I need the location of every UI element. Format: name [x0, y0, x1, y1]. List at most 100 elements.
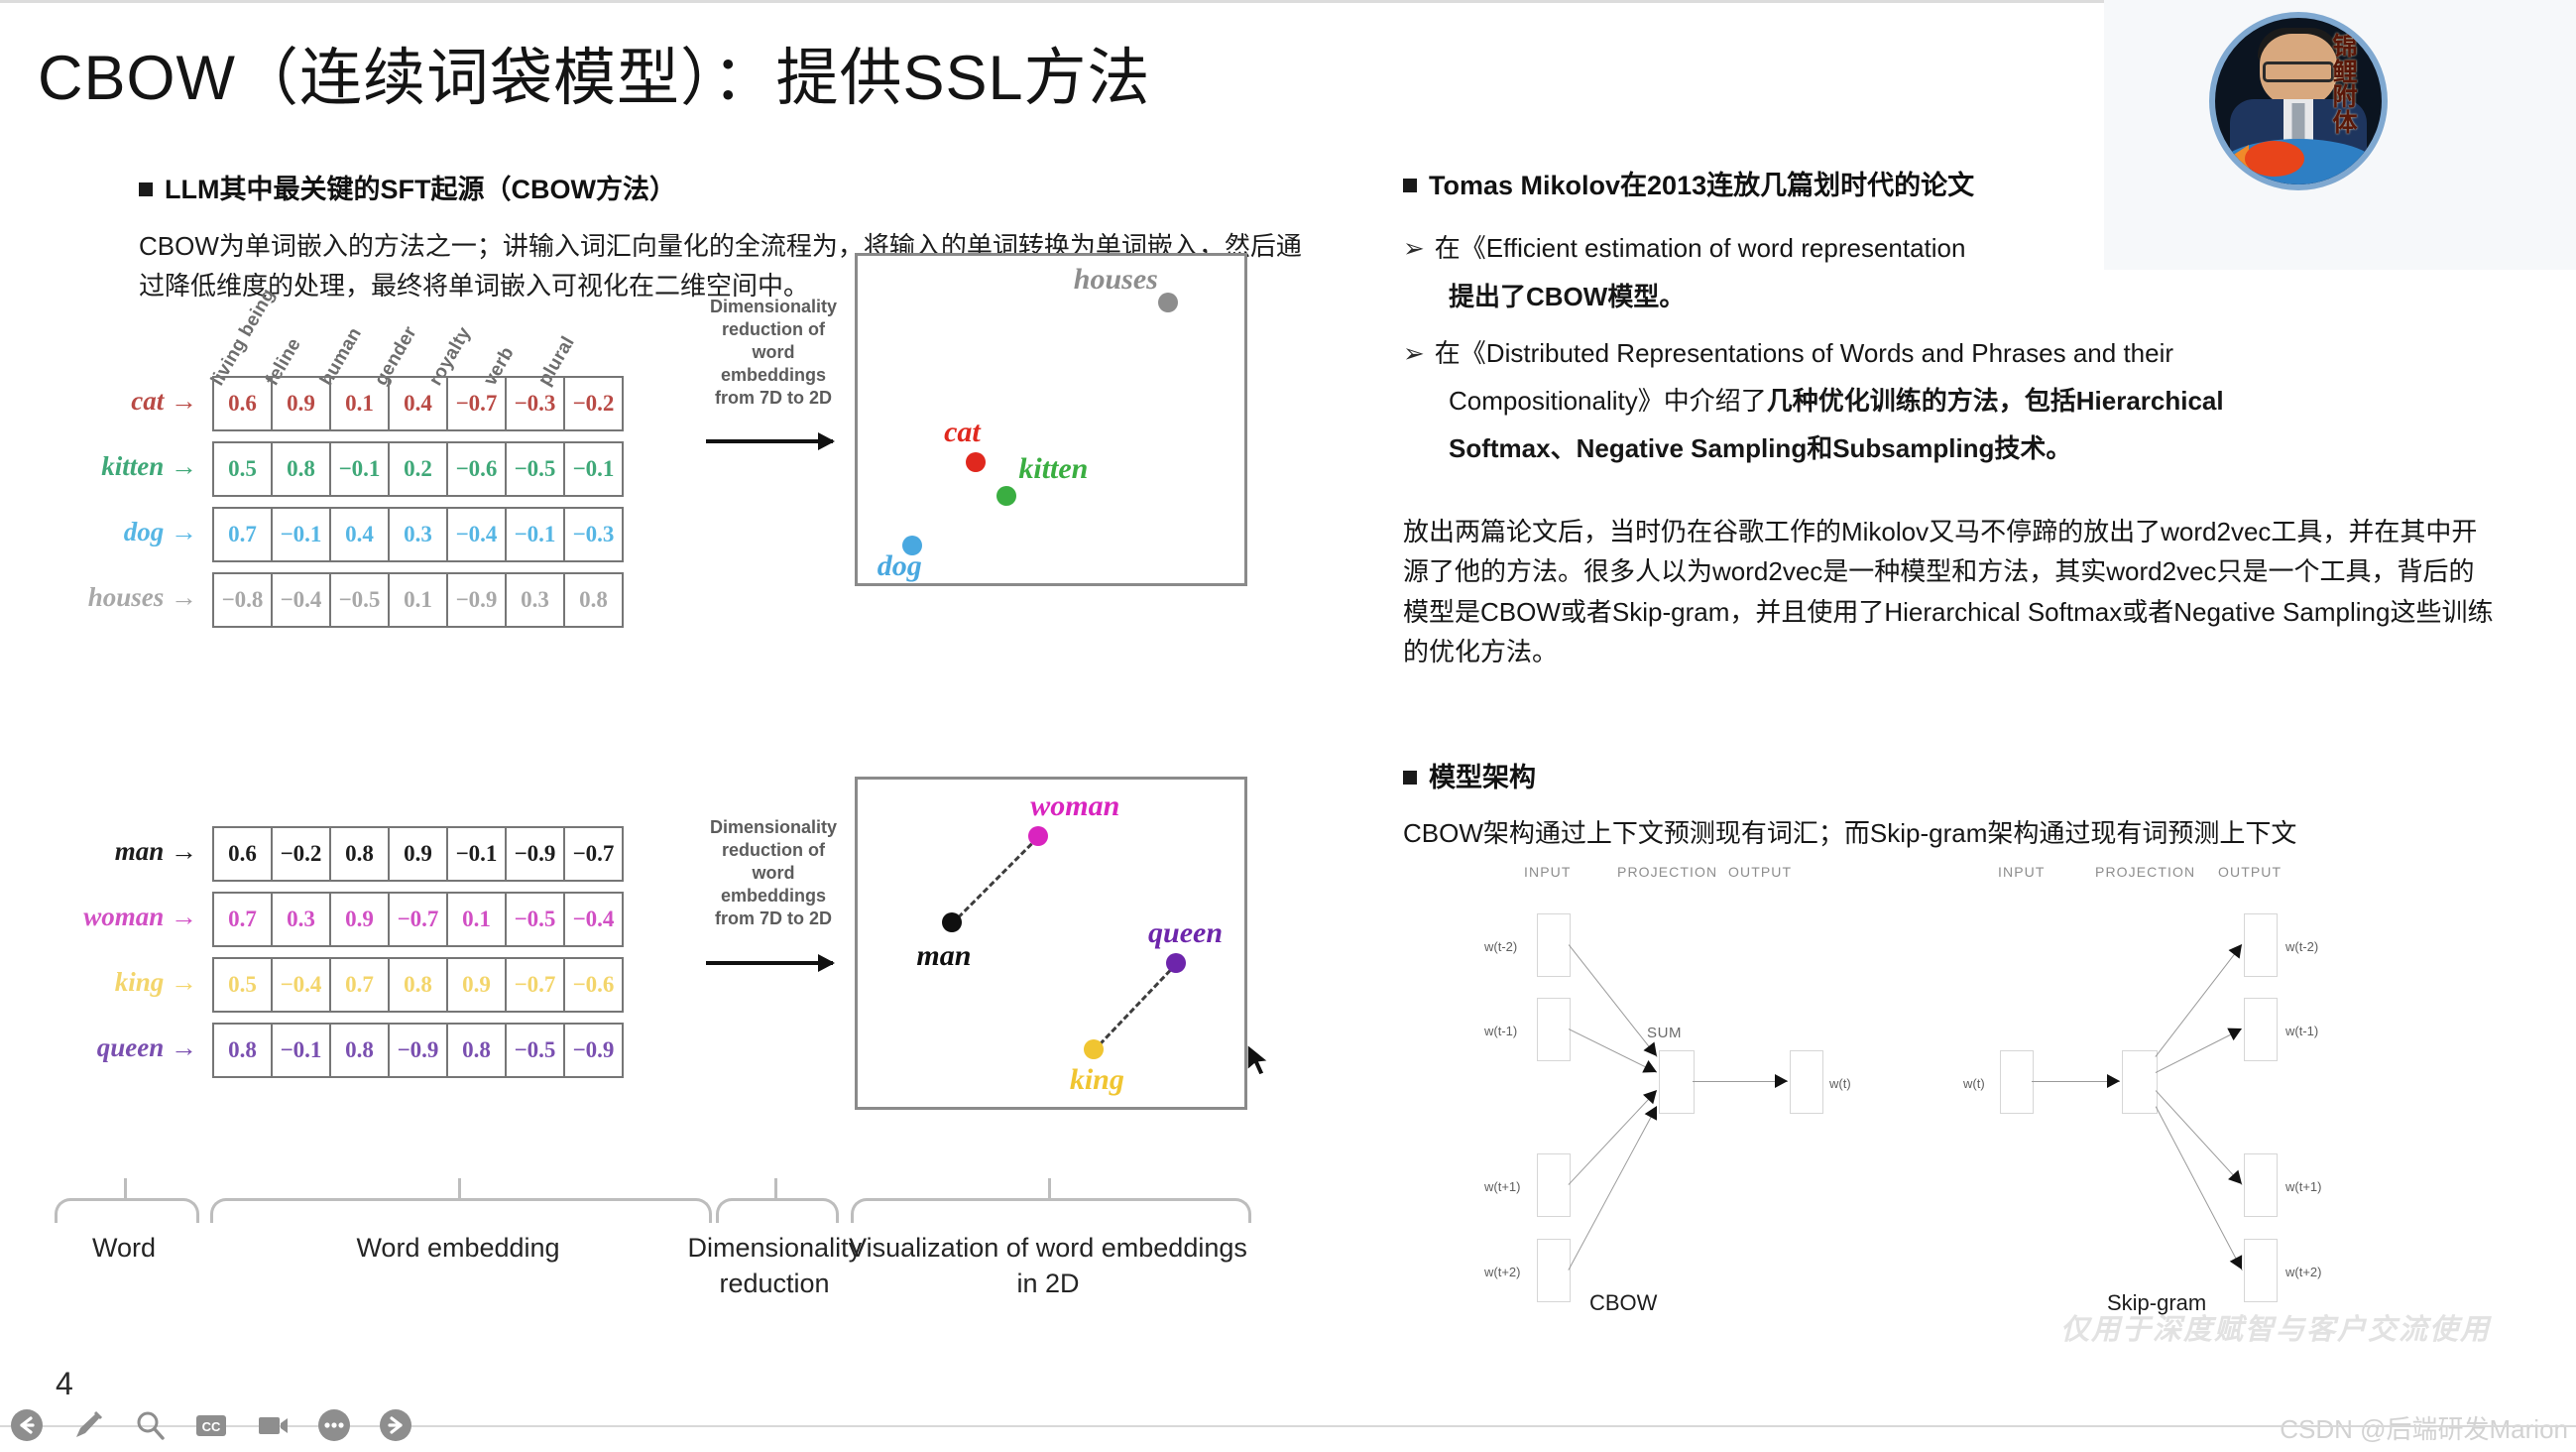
search-icon[interactable] [131, 1406, 169, 1444]
scatter2-point-man [942, 912, 963, 933]
pen-icon[interactable] [69, 1406, 107, 1444]
scatter1-label-dog: dog [877, 548, 922, 582]
scatter2-point-woman [1028, 826, 1049, 847]
skip-output-label-1: w(t-1) [2285, 1024, 2319, 1038]
cbow-edge-1-arrowhead [1642, 1059, 1661, 1079]
skip-output-box-3 [2244, 1239, 2278, 1302]
avatar: 锦鲤附体 [2209, 12, 2388, 190]
tbl2-cell-r1-c6: −0.4 [563, 892, 624, 947]
skip-input-box [2000, 1050, 2034, 1114]
tbl2-cell-r2-c3: 0.8 [388, 957, 448, 1013]
cbow-sum-label: SUM [1647, 1025, 1683, 1041]
presenter-video-overlay[interactable]: 锦鲤附体 [2104, 0, 2576, 270]
tbl1-cell-r0-c0: 0.6 [212, 376, 273, 431]
tbl1-cell-r0-c4: −0.7 [446, 376, 507, 431]
page-number: 4 [56, 1366, 73, 1401]
skip-output-label-2: w(t+1) [2285, 1179, 2322, 1194]
cbow-projection-box [1659, 1050, 1695, 1114]
brace-label-1: Word embedding [356, 1233, 560, 1263]
csdn-watermark: CSDN @后端研发Marion [2280, 1414, 2568, 1444]
tbl1-row-label-2: dog → [123, 517, 197, 546]
scatter1-point-houses [1157, 293, 1178, 313]
skip-edge-1-arrowhead [2227, 1022, 2246, 1041]
tbl1-cell-r2-c1: −0.1 [271, 507, 331, 562]
page-title: CBOW（连续词袋模型）：提供SSL方法 [38, 44, 1151, 113]
skip-output-box-1 [2244, 998, 2278, 1061]
brace-tick-3 [1048, 1178, 1051, 1198]
closed-caption-icon[interactable]: CC [192, 1406, 230, 1444]
tbl1-cell-r0-c6: −0.2 [563, 376, 624, 431]
tbl1-cell-r3-c4: −0.9 [446, 572, 507, 628]
skip-layer-label-output: OUTPUT [2218, 864, 2283, 880]
brace-label-0: Word [91, 1233, 157, 1263]
scatter2-connector-1 [1092, 963, 1177, 1052]
tbl1-cell-r2-c2: 0.4 [329, 507, 390, 562]
reduction-arrow-bottom [706, 954, 835, 972]
skip-input-label: w(t) [1963, 1076, 1985, 1091]
brace-label-2: Dimensionality reduction [687, 1233, 863, 1299]
tbl1-cell-r1-c3: 0.2 [388, 441, 448, 497]
scatter-plot-2d-bottom: woman man queen king [855, 777, 1247, 1110]
skip-projection-box [2122, 1050, 2158, 1114]
scatter2-connector-0 [950, 836, 1040, 926]
skip-output-label-3: w(t+2) [2285, 1265, 2322, 1279]
cbow-input-box-3 [1537, 1239, 1571, 1302]
tbl1-cell-r1-c4: −0.6 [446, 441, 507, 497]
tbl2-cell-r1-c2: 0.9 [329, 892, 390, 947]
reduction-arrow-top [706, 432, 835, 450]
skip-output-label-0: w(t-2) [2285, 939, 2319, 954]
cbow-layer-label-projection: PROJECTION [1617, 864, 1718, 880]
scatter1-label-kitten: kitten [1018, 452, 1089, 486]
scatter1-point-cat [965, 452, 986, 473]
brace-tick-2 [774, 1178, 777, 1198]
tbl2-cell-r2-c2: 0.7 [329, 957, 390, 1013]
cbow-input-label-2: w(t+1) [1484, 1179, 1521, 1194]
tbl2-table-row: 0.7 0.3 0.9 −0.7 0.1 −0.5 −0.4 [212, 892, 624, 947]
brace-label-3: Visualization of word embeddings in 2D [849, 1233, 1247, 1299]
tbl1-cell-r3-c2: −0.5 [329, 572, 390, 628]
more-icon[interactable] [315, 1406, 353, 1444]
tbl2-cell-r3-c3: −0.9 [388, 1023, 448, 1078]
scatter2-point-queen [1165, 952, 1186, 973]
tbl2-row-label-0: man → [114, 836, 197, 866]
cbow-input-box-2 [1537, 1153, 1571, 1217]
tbl2-cell-r0-c5: −0.9 [505, 826, 565, 882]
cbow-edge-2 [1568, 1090, 1658, 1186]
tbl1-cell-r2-c5: −0.1 [505, 507, 565, 562]
reduction-caption-bottom: Dimensionality reduction of word embeddi… [709, 817, 838, 929]
skip-layer-label-input: INPUT [1998, 864, 2046, 880]
svg-text:CC: CC [202, 1419, 221, 1434]
brace-0 [55, 1198, 199, 1223]
scatter-plot-2d-top: houses cat kitten dog [855, 253, 1247, 586]
right-bullet-2-line2: Compositionality》中介绍了几种优化训练的方法，包括Hierarc… [1449, 382, 2464, 421]
player-toolbar[interactable]: CC [8, 1406, 414, 1444]
left-section-heading: LLM其中最关键的SFT起源（CBOW方法） [139, 174, 676, 207]
cbow-output-label: w(t) [1829, 1076, 1851, 1091]
tbl2-cell-r0-c2: 0.8 [329, 826, 390, 882]
video-icon[interactable] [254, 1406, 292, 1444]
tbl1-row-label-3: houses → [87, 582, 197, 612]
right-bullet-2-line2a: Compositionality》中介绍了 [1449, 386, 1767, 416]
tbl1-cell-r1-c1: 0.8 [271, 441, 331, 497]
cbow-title: CBOW [1589, 1290, 1658, 1315]
tbl1-cell-r0-c2: 0.1 [329, 376, 390, 431]
tbl2-table-row: 0.8 −0.1 0.8 −0.9 0.8 −0.5 −0.9 [212, 1023, 624, 1078]
cbow-input-label-3: w(t+2) [1484, 1265, 1521, 1279]
tbl1-table-row: 0.5 0.8 −0.1 0.2 −0.6 −0.5 −0.1 [212, 441, 624, 497]
right-bullet-2-line2b: 几种优化训练的方法，包括Hierarchical [1766, 386, 2224, 416]
scatter2-point-king [1083, 1039, 1104, 1060]
chevron-bullet-icon-1: ➢ [1403, 233, 1425, 263]
scatter2-label-woman: woman [1030, 789, 1120, 823]
forward-icon[interactable] [377, 1406, 414, 1444]
tbl1-cell-r3-c1: −0.4 [271, 572, 331, 628]
tbl2-row-label-1: woman → [83, 902, 197, 931]
tbl2-cell-r2-c1: −0.4 [271, 957, 331, 1013]
tbl1-cell-r3-c5: 0.3 [505, 572, 565, 628]
tbl2-cell-r3-c4: 0.8 [446, 1023, 507, 1078]
tbl1-cell-r2-c4: −0.4 [446, 507, 507, 562]
back-icon[interactable] [8, 1406, 46, 1444]
tbl2-cell-r3-c1: −0.1 [271, 1023, 331, 1078]
brace-tick-1 [458, 1178, 461, 1198]
skip-edge-2 [2155, 1090, 2243, 1186]
right-bullet-2: ➢ 在《Distributed Representations of Words … [1403, 334, 2464, 468]
